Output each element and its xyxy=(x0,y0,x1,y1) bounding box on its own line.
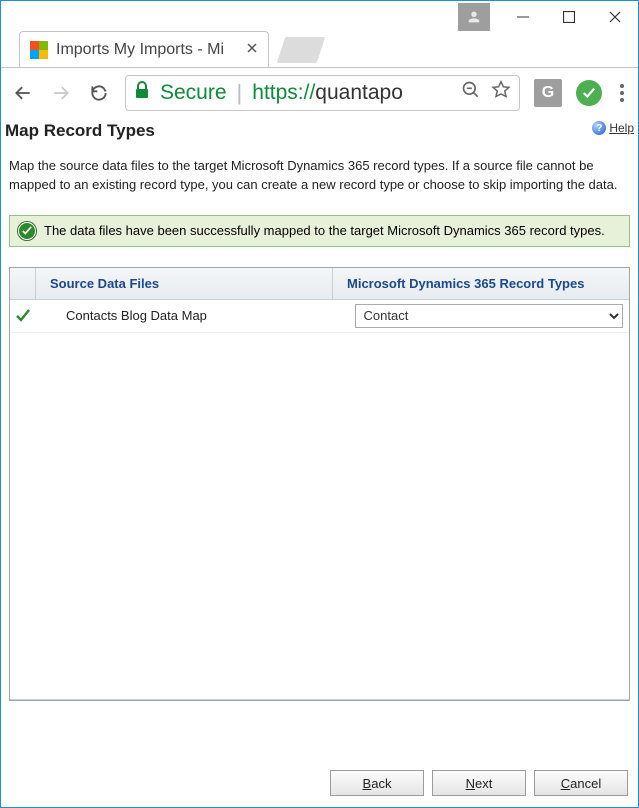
success-check-icon xyxy=(18,222,36,240)
extension-g-badge[interactable]: G xyxy=(534,79,562,107)
close-window-button[interactable] xyxy=(592,1,638,33)
secure-label: Secure xyxy=(160,81,227,105)
zoom-icon[interactable] xyxy=(461,80,481,106)
grid-body: Contacts Blog Data Map Contact xyxy=(10,300,629,700)
grid-header-row: Source Data Files Microsoft Dynamics 365… xyxy=(10,268,629,300)
row-status-icon xyxy=(10,300,36,332)
url-text: https://quantapo xyxy=(252,81,403,105)
separator: | xyxy=(237,80,243,106)
lock-icon xyxy=(134,81,150,105)
nav-bar: Secure | https://quantapo G xyxy=(1,67,638,117)
success-message: The data files have been successfully ma… xyxy=(44,223,605,238)
forward-nav-button[interactable] xyxy=(49,81,73,105)
account-icon[interactable] xyxy=(458,3,490,31)
minimize-button[interactable] xyxy=(500,1,546,33)
back-button[interactable]: Back xyxy=(330,770,424,796)
tab-title: Imports My Imports - Mi xyxy=(56,41,224,59)
record-type-grid: Source Data Files Microsoft Dynamics 365… xyxy=(9,267,630,701)
new-tab-button[interactable] xyxy=(277,37,325,63)
help-link-text[interactable]: Help xyxy=(609,121,634,135)
tab-strip: Imports My Imports - Mi xyxy=(1,29,638,67)
success-banner: The data files have been successfully ma… xyxy=(9,215,630,247)
site-favicon-icon xyxy=(30,41,48,59)
page-title: Map Record Types xyxy=(5,121,155,141)
page-content: Map Record Types ? Help Map the source d… xyxy=(1,117,638,701)
grid-header-status-col xyxy=(10,268,36,299)
back-nav-button[interactable] xyxy=(11,81,35,105)
intro-text: Map the source data files to the target … xyxy=(3,141,636,209)
maximize-button[interactable] xyxy=(546,1,592,33)
help-icon: ? xyxy=(592,121,606,135)
cancel-button[interactable]: Cancel xyxy=(534,770,628,796)
browser-tab-active[interactable]: Imports My Imports - Mi xyxy=(19,31,269,67)
window-controls xyxy=(458,1,638,33)
help-link[interactable]: ? Help xyxy=(592,121,634,135)
grid-header-col2[interactable]: Microsoft Dynamics 365 Record Types xyxy=(333,268,629,299)
grid-header-col1[interactable]: Source Data Files xyxy=(36,268,333,299)
address-bar[interactable]: Secure | https://quantapo xyxy=(125,75,520,111)
close-tab-icon[interactable] xyxy=(246,41,258,59)
star-icon[interactable] xyxy=(491,80,511,106)
browser-menu-button[interactable] xyxy=(616,80,628,106)
next-button[interactable]: Next xyxy=(432,770,526,796)
table-row: Contacts Blog Data Map Contact xyxy=(10,300,629,333)
reload-button[interactable] xyxy=(87,81,111,105)
extension-check-icon[interactable] xyxy=(576,80,602,106)
record-type-select[interactable]: Contact xyxy=(355,304,624,328)
wizard-footer: Back Next Cancel xyxy=(1,765,638,807)
row-file-name: Contacts Blog Data Map xyxy=(36,300,349,332)
